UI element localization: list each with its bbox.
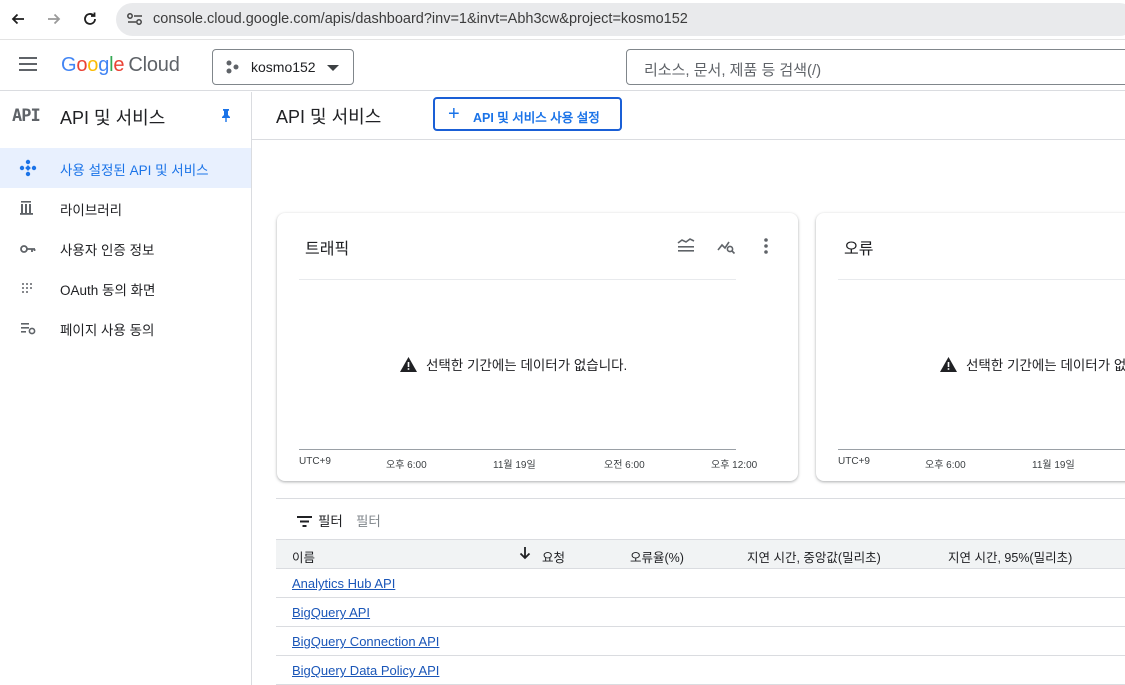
no-data-text: 선택한 기간에는 데이터가 없습니다. (426, 358, 628, 373)
sidebar-header: API API 및 서비스 (0, 92, 251, 138)
explore-chart-icon[interactable] (716, 236, 736, 256)
divider (838, 279, 1125, 280)
sidebar-item-label: 사용 설정된 API 및 서비스 (60, 163, 209, 178)
api-diamond-icon (19, 159, 37, 177)
api-link[interactable]: BigQuery API (292, 605, 370, 620)
address-bar[interactable]: console.cloud.google.com/apis/dashboard?… (116, 3, 1125, 36)
page-title: API 및 서비스 (276, 107, 382, 127)
filter-bar[interactable]: 필터 필터 (276, 498, 1125, 538)
column-header-latency-median[interactable]: 지연 시간, 중앙값(밀리초) (747, 547, 881, 566)
enable-apis-button[interactable]: + API 및 서비스 사용 설정 (433, 97, 622, 131)
no-data-message: 선택한 기간에는 데이터가 없습니다. (940, 354, 1125, 374)
project-name: kosmo152 (251, 59, 316, 75)
card-title: 트래픽 (305, 241, 350, 258)
table-row: BigQuery Data Policy API (276, 656, 1125, 685)
errors-card: 오류 선택한 기간에는 데이터가 없습니다. UTC+9 오후 6:00 11월… (816, 213, 1125, 481)
key-icon (19, 239, 37, 257)
no-data-text: 선택한 기간에는 데이터가 없습니다. (966, 358, 1125, 373)
axis-tick: 오후 6:00 (386, 460, 427, 471)
sidebar-item-label: 페이지 사용 동의 (60, 323, 155, 338)
x-axis (299, 449, 736, 450)
search-placeholder: 리소스, 문서, 제품 등 검색(/) (644, 62, 822, 79)
axis-tick: UTC+9 (838, 456, 870, 467)
chevron-down-icon (327, 65, 339, 71)
back-arrow-icon[interactable] (7, 8, 29, 30)
filter-label: 필터 (318, 514, 343, 529)
site-info-icon[interactable] (126, 11, 144, 32)
project-picker[interactable]: kosmo152 (212, 49, 354, 85)
url-text: console.cloud.google.com/apis/dashboard?… (153, 11, 688, 27)
table-row: Analytics Hub API (276, 569, 1125, 598)
sidebar-item-credentials[interactable]: 사용자 인증 정보 (0, 228, 251, 268)
oauth-dots-icon (19, 279, 37, 297)
column-header-latency-95[interactable]: 지연 시간, 95%(밀리초) (948, 547, 1072, 566)
axis-tick: 11월 19일 (493, 460, 536, 471)
traffic-card: 트래픽 선택한 기간에는 데이터가 없습니다. UTC+9 오후 6:00 11… (277, 213, 798, 481)
legend-toggle-icon[interactable] (676, 236, 696, 256)
divider (252, 139, 1125, 140)
pin-icon[interactable] (220, 108, 232, 127)
warning-icon (400, 356, 417, 372)
no-data-message: 선택한 기간에는 데이터가 없습니다. (400, 354, 627, 374)
divider (299, 279, 736, 280)
axis-tick: 11월 19일 (1032, 460, 1075, 471)
table-row: BigQuery Connection API (276, 627, 1125, 656)
library-icon (19, 199, 37, 217)
sidebar-title: API 및 서비스 (60, 108, 166, 128)
logo-google: Google (61, 54, 125, 76)
axis-tick: 오전 6:00 (604, 460, 645, 471)
sidebar-item-page-consent[interactable]: 페이지 사용 동의 (0, 308, 251, 348)
settings-list-icon (19, 319, 37, 337)
api-mark-icon: API (12, 106, 41, 126)
forward-arrow-icon[interactable] (43, 8, 65, 30)
api-link[interactable]: BigQuery Data Policy API (292, 663, 439, 678)
x-axis (838, 449, 1125, 450)
plus-icon: + (448, 103, 460, 125)
column-header-name[interactable]: 이름 (292, 547, 315, 566)
search-input[interactable]: 리소스, 문서, 제품 등 검색(/) (626, 49, 1125, 85)
column-header-error-rate[interactable]: 오류율(%) (630, 547, 684, 566)
browser-toolbar: console.cloud.google.com/apis/dashboard?… (0, 0, 1125, 40)
api-link[interactable]: BigQuery Connection API (292, 634, 439, 649)
api-link[interactable]: Analytics Hub API (292, 576, 395, 591)
axis-tick: UTC+9 (299, 456, 331, 467)
sidebar: API API 및 서비스 사용 설정된 API 및 서비스 라이브러리 사용자… (0, 92, 252, 685)
google-cloud-logo[interactable]: Google Cloud (61, 54, 180, 77)
console-header: Google Cloud kosmo152 리소스, 문서, 제품 등 검색(/) (0, 41, 1125, 91)
enable-apis-label: API 및 서비스 사용 설정 (473, 111, 600, 125)
sidebar-item-label: 라이브러리 (60, 203, 123, 218)
sort-descending-icon[interactable] (519, 546, 531, 565)
warning-icon (940, 356, 957, 372)
card-title: 오류 (844, 241, 874, 258)
project-nodes-icon (225, 59, 241, 80)
logo-cloud: Cloud (128, 54, 180, 76)
sidebar-item-oauth[interactable]: OAuth 동의 화면 (0, 268, 251, 308)
table-header: 이름 요청 오류율(%) 지연 시간, 중앙값(밀리초) 지연 시간, 95%(… (276, 539, 1125, 569)
sidebar-item-library[interactable]: 라이브러리 (0, 188, 251, 228)
sidebar-item-enabled-apis[interactable]: 사용 설정된 API 및 서비스 (0, 148, 251, 188)
main-menu-icon[interactable] (19, 57, 39, 73)
axis-tick: 오후 12:00 (711, 460, 758, 471)
more-vert-icon[interactable] (756, 236, 776, 256)
reload-icon[interactable] (79, 8, 101, 30)
sidebar-item-label: OAuth 동의 화면 (60, 283, 156, 298)
column-header-requests[interactable]: 요청 (542, 547, 565, 566)
filter-icon (297, 514, 312, 532)
table-row: BigQuery API (276, 598, 1125, 627)
filter-input[interactable]: 필터 (356, 510, 381, 530)
sidebar-item-label: 사용자 인증 정보 (60, 243, 155, 258)
axis-tick: 오후 6:00 (925, 460, 966, 471)
